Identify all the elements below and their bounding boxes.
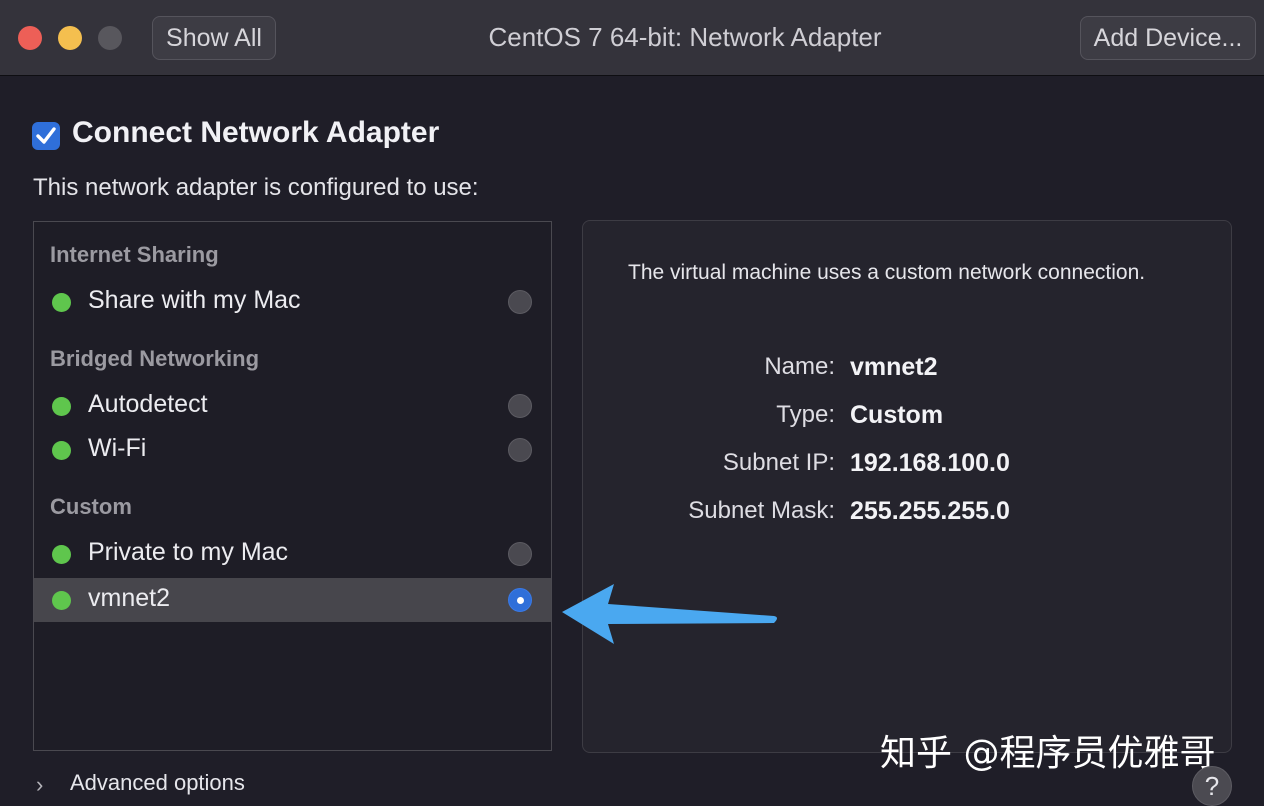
- radio-button[interactable]: [508, 290, 532, 314]
- detail-key: Subnet IP:: [722, 449, 835, 476]
- radio-button[interactable]: [508, 542, 532, 566]
- detail-value: vmnet2: [850, 353, 938, 381]
- show-all-button[interactable]: Show All: [152, 16, 276, 60]
- radio-button-selected[interactable]: [508, 588, 532, 612]
- radio-button[interactable]: [508, 394, 532, 418]
- detail-key: Subnet Mask:: [688, 497, 835, 524]
- group-header-bridged-networking: Bridged Networking: [50, 346, 260, 371]
- connect-network-adapter-label[interactable]: Connect Network Adapter: [72, 116, 439, 150]
- watermark: 知乎 @程序员优雅哥: [880, 733, 1216, 774]
- detail-row-name: Name: vmnet2: [583, 353, 1233, 387]
- detail-value: 192.168.100.0: [850, 449, 1010, 477]
- network-details-panel: The virtual machine uses a custom networ…: [582, 220, 1232, 753]
- zoom-window-button[interactable]: [98, 26, 122, 50]
- list-item-label: Private to my Mac: [88, 538, 289, 566]
- list-item-wifi[interactable]: Wi-Fi: [34, 428, 551, 472]
- annotation-arrow-icon: [562, 584, 777, 644]
- detail-row-subnet-mask: Subnet Mask: 255.255.255.0: [583, 497, 1233, 531]
- title-bar: Show All CentOS 7 64-bit: Network Adapte…: [0, 0, 1264, 76]
- detail-row-type: Type: Custom: [583, 401, 1233, 435]
- network-source-list: Internet Sharing Share with my Mac Bridg…: [33, 221, 552, 751]
- network-description: The virtual machine uses a custom networ…: [628, 261, 1146, 284]
- checkmark-icon: [36, 127, 56, 144]
- configured-to-use-label: This network adapter is configured to us…: [33, 174, 479, 201]
- chevron-right-icon[interactable]: ›: [36, 772, 43, 798]
- detail-key: Type:: [776, 401, 835, 428]
- list-item-label: Wi-Fi: [88, 434, 147, 462]
- detail-row-subnet-ip: Subnet IP: 192.168.100.0: [583, 449, 1233, 483]
- radio-button[interactable]: [508, 438, 532, 462]
- add-device-button[interactable]: Add Device...: [1080, 16, 1256, 60]
- status-dot-icon: [52, 293, 71, 312]
- status-dot-icon: [52, 397, 71, 416]
- list-item-label: Share with my Mac: [88, 286, 301, 314]
- advanced-options-toggle[interactable]: Advanced options: [70, 770, 245, 796]
- status-dot-icon: [52, 591, 71, 610]
- status-dot-icon: [52, 545, 71, 564]
- group-header-internet-sharing: Internet Sharing: [50, 242, 219, 267]
- status-dot-icon: [52, 441, 71, 460]
- list-item-autodetect[interactable]: Autodetect: [34, 384, 551, 428]
- help-button[interactable]: ?: [1192, 766, 1232, 806]
- detail-value: Custom: [850, 401, 944, 429]
- minimize-window-button[interactable]: [58, 26, 82, 50]
- list-item-private-to-my-mac[interactable]: Private to my Mac: [34, 532, 551, 576]
- window-title: CentOS 7 64-bit: Network Adapter: [488, 22, 882, 52]
- detail-key: Name:: [764, 353, 835, 380]
- list-item-vmnet2[interactable]: vmnet2: [34, 578, 551, 622]
- list-item-label: vmnet2: [88, 584, 170, 612]
- list-item-label: Autodetect: [88, 390, 208, 418]
- connect-network-adapter-checkbox[interactable]: [32, 122, 60, 150]
- group-header-custom: Custom: [50, 494, 132, 519]
- detail-value: 255.255.255.0: [850, 497, 1010, 525]
- list-item-share-with-my-mac[interactable]: Share with my Mac: [34, 280, 551, 324]
- close-window-button[interactable]: [18, 26, 42, 50]
